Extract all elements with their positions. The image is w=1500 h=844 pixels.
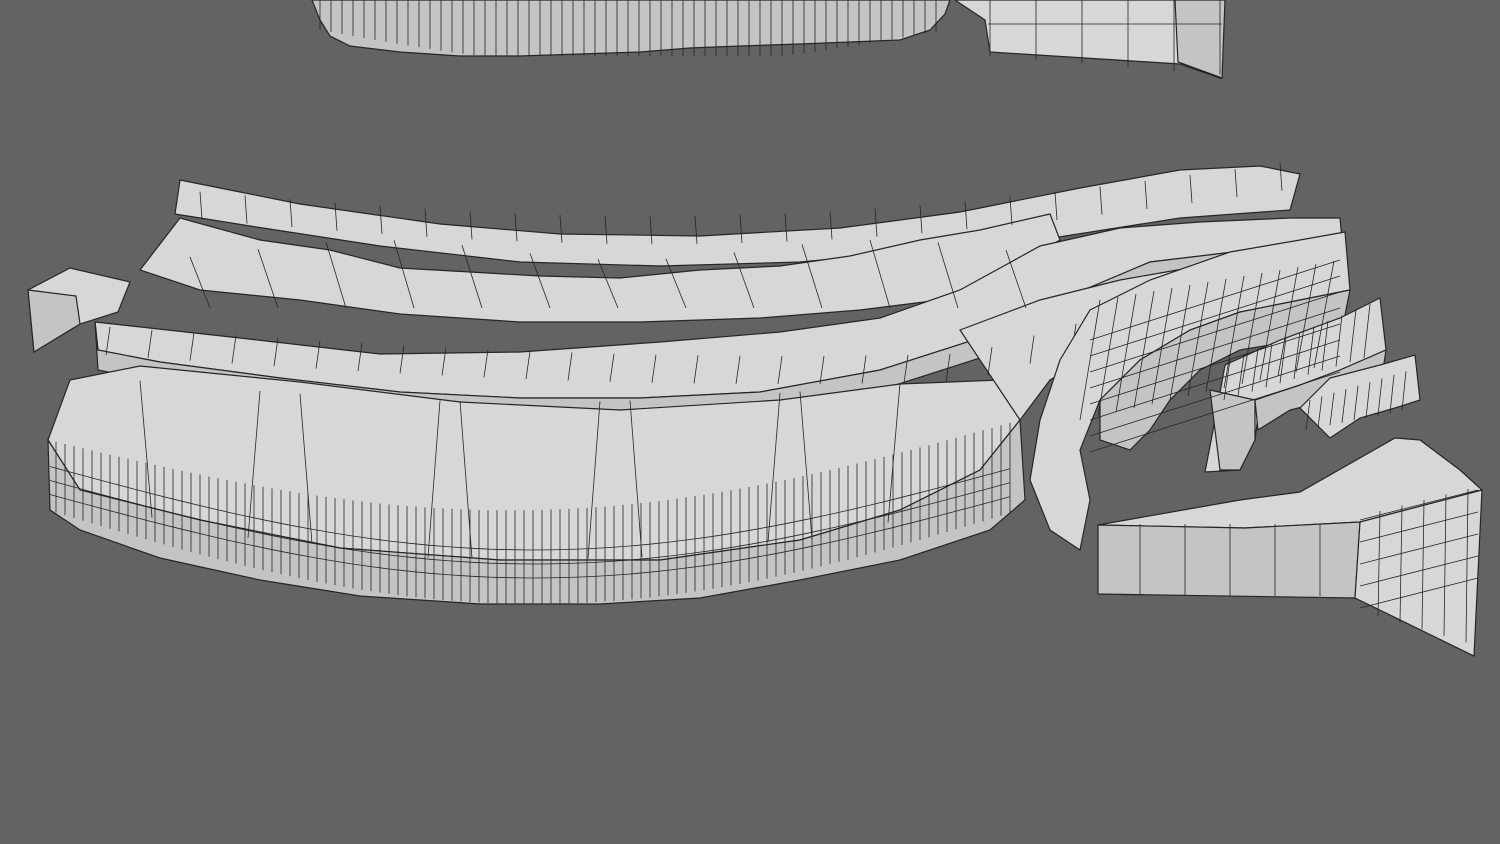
3d-viewport[interactable]: [0, 0, 1500, 844]
viewport-canvas: [27, 0, 1484, 657]
upper-mesh-fragment[interactable]: [311, 0, 1226, 79]
upper-fragment-flap: [1174, 0, 1226, 79]
block-base-front: [1097, 521, 1361, 599]
